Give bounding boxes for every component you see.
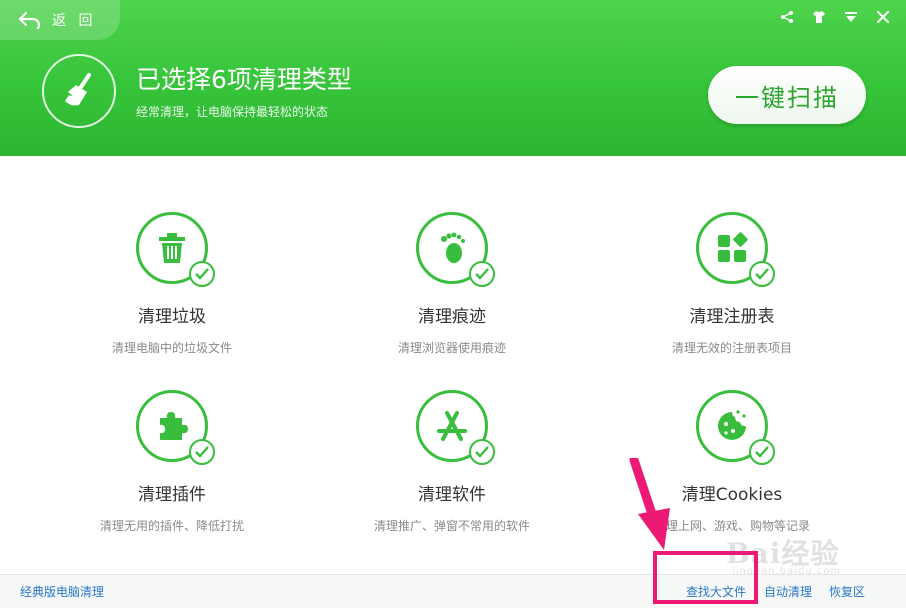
page-title: 已选择6项清理类型 [136,65,352,94]
item-desc: 清理无效的注册表项目 [671,341,792,355]
clean-item-software[interactable]: 清理软件 清理推广、弹窗不常用的软件 [332,390,572,534]
app-store-icon [437,411,467,441]
registry-icon [718,232,748,262]
trash-icon-ring [136,212,215,287]
item-desc: 清理浏览器使用痕迹 [397,341,506,355]
annotation-arrow-icon [629,458,670,550]
checkmark-icon[interactable] [189,439,215,465]
cookie-icon-ring [696,390,775,465]
clean-item-trash[interactable]: 清理垃圾 清理电脑中的垃圾文件 [52,212,292,356]
puzzle-icon-ring [136,390,215,465]
checkmark-icon[interactable] [749,261,775,287]
checkmark-icon[interactable] [469,261,495,287]
clean-item-registry[interactable]: 清理注册表 清理无效的注册表项目 [612,212,852,356]
back-button[interactable]: 返 回 [0,0,120,40]
shirt-icon[interactable] [810,8,828,26]
classic-cleaner-link[interactable]: 经典版电脑清理 [20,583,104,600]
cookie-icon [718,410,746,440]
item-desc: 清理无用的插件、降低打扰 [99,519,244,533]
menu-down-icon[interactable] [842,8,860,26]
checkmark-icon[interactable] [469,439,495,465]
back-label: 返 回 [52,13,97,29]
clean-item-plugins[interactable]: 清理插件 清理无用的插件、降低打扰 [52,390,292,534]
broom-logo [42,54,116,128]
broom-icon [65,73,91,106]
item-desc: 清理电脑中的垃圾文件 [111,341,232,355]
checkmark-icon[interactable] [189,261,215,287]
restore-area-link[interactable]: 恢复区 [829,583,865,600]
item-desc: 清理推广、弹窗不常用的软件 [373,519,530,533]
trash-icon [159,233,185,263]
annotation-highlight-box [653,551,758,604]
close-icon[interactable] [874,8,892,26]
item-name: 清理痕迹 [418,307,486,327]
header-banner: 返 回 已选择6项清理类型 经常清理，让电脑保持最轻松的状态 一键扫描 [0,0,906,156]
share-icon[interactable] [778,8,796,26]
registry-icon-ring [696,212,775,287]
app-store-icon-ring [416,390,495,465]
puzzle-icon [160,412,188,440]
cleaner-window: 返 回 已选择6项清理类型 经常清理，让电脑保持最轻松的状态 一键扫描 清理垃圾… [0,0,906,608]
window-controls [778,8,892,26]
checkmark-icon[interactable] [749,439,775,465]
footprint-icon-ring [416,212,495,287]
one-click-scan-button[interactable]: 一键扫描 [708,66,866,124]
back-arrow-icon [18,11,41,29]
item-name: 清理软件 [418,485,486,505]
auto-clean-link[interactable]: 自动清理 [764,583,812,600]
item-name: 清理垃圾 [138,307,206,327]
item-name: 清理注册表 [689,307,775,327]
page-subtitle: 经常清理，让电脑保持最轻松的状态 [136,105,329,119]
item-name: 清理插件 [138,485,206,505]
footprint-icon [441,232,465,263]
clean-item-traces[interactable]: 清理痕迹 清理浏览器使用痕迹 [332,212,572,356]
footer-bar: 经典版电脑清理 查找大文件 自动清理 恢复区 [0,574,906,608]
